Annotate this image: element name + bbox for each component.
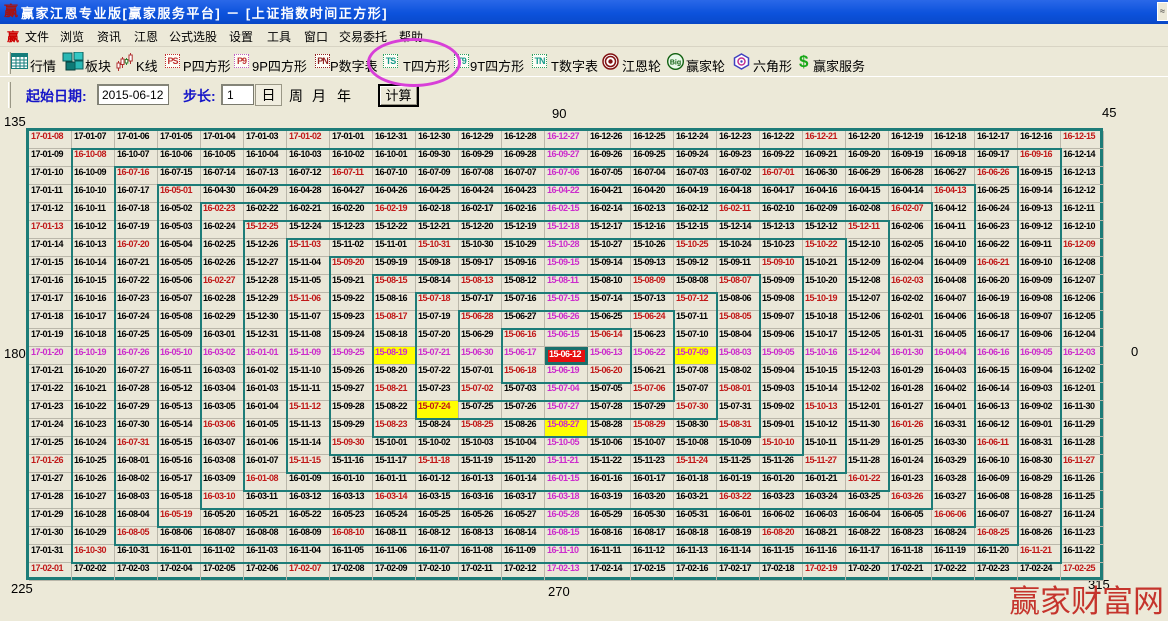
svg-text:Big: Big: [670, 60, 681, 67]
